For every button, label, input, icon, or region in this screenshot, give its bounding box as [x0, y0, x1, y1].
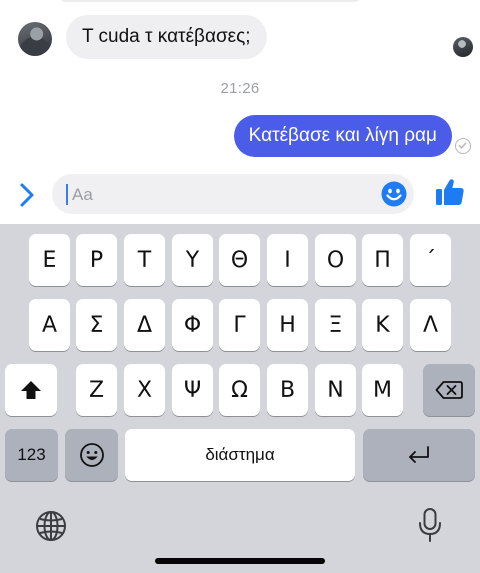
- key[interactable]: Ι: [267, 234, 308, 286]
- key[interactable]: Δ: [124, 299, 165, 351]
- key[interactable]: Θ: [219, 234, 260, 286]
- key[interactable]: Σ: [76, 299, 117, 351]
- key[interactable]: Ο: [315, 234, 356, 286]
- outgoing-message-bubble[interactable]: Κατέβασε και λίγη ραμ: [233, 115, 452, 157]
- key-accent[interactable]: ´: [410, 234, 451, 286]
- key[interactable]: Κ: [362, 299, 403, 351]
- outgoing-message-text: Κατέβασε και λίγη ραμ: [248, 125, 437, 146]
- backspace-icon: [435, 381, 463, 399]
- sent-check-icon: [455, 138, 471, 154]
- space-key[interactable]: διάστημα: [125, 429, 355, 481]
- numbers-key[interactable]: 123: [5, 429, 58, 481]
- globe-icon[interactable]: [34, 509, 68, 543]
- text-cursor: [66, 184, 68, 205]
- return-icon: [409, 446, 429, 463]
- key[interactable]: Ν: [315, 364, 356, 416]
- emoji-icon[interactable]: [381, 181, 407, 207]
- key[interactable]: Γ: [219, 299, 260, 351]
- chevron-right-icon[interactable]: [16, 182, 38, 208]
- key[interactable]: Α: [29, 299, 70, 351]
- key[interactable]: Ε: [29, 234, 70, 286]
- emoji-key-icon: [79, 443, 104, 467]
- key[interactable]: Λ: [410, 299, 451, 351]
- home-indicator[interactable]: [155, 558, 325, 564]
- key[interactable]: Φ: [172, 299, 213, 351]
- shift-key[interactable]: [5, 364, 57, 416]
- backspace-key[interactable]: [423, 364, 475, 416]
- message-composer[interactable]: [52, 174, 414, 216]
- key[interactable]: Χ: [124, 364, 165, 416]
- key[interactable]: Ζ: [76, 364, 117, 416]
- key[interactable]: Ω: [219, 364, 260, 416]
- microphone-icon[interactable]: [417, 507, 443, 543]
- incoming-message-text: T cuda τ κατέβασες;: [82, 26, 251, 47]
- thumbs-up-icon[interactable]: [434, 176, 466, 208]
- key[interactable]: Τ: [124, 234, 165, 286]
- key[interactable]: Υ: [172, 234, 213, 286]
- message-timestamp: 21:26: [220, 80, 260, 97]
- message-input[interactable]: [70, 174, 374, 216]
- key[interactable]: Β: [267, 364, 308, 416]
- emoji-key[interactable]: [65, 429, 118, 481]
- key[interactable]: Μ: [362, 364, 403, 416]
- key[interactable]: Η: [267, 299, 308, 351]
- key[interactable]: Π: [362, 234, 403, 286]
- key[interactable]: Ξ: [315, 299, 356, 351]
- key[interactable]: Ψ: [172, 364, 213, 416]
- seen-avatar: [453, 37, 473, 57]
- return-key[interactable]: [363, 429, 475, 481]
- chat-area: T cuda τ κατέβασες; 21:26 Κατέβασε και λ…: [0, 0, 480, 224]
- previous-message-edge: [60, 0, 360, 2]
- key[interactable]: Ρ: [76, 234, 117, 286]
- incoming-message-bubble[interactable]: T cuda τ κατέβασες;: [66, 15, 267, 59]
- contact-avatar[interactable]: [18, 22, 52, 56]
- shift-icon: [21, 381, 41, 399]
